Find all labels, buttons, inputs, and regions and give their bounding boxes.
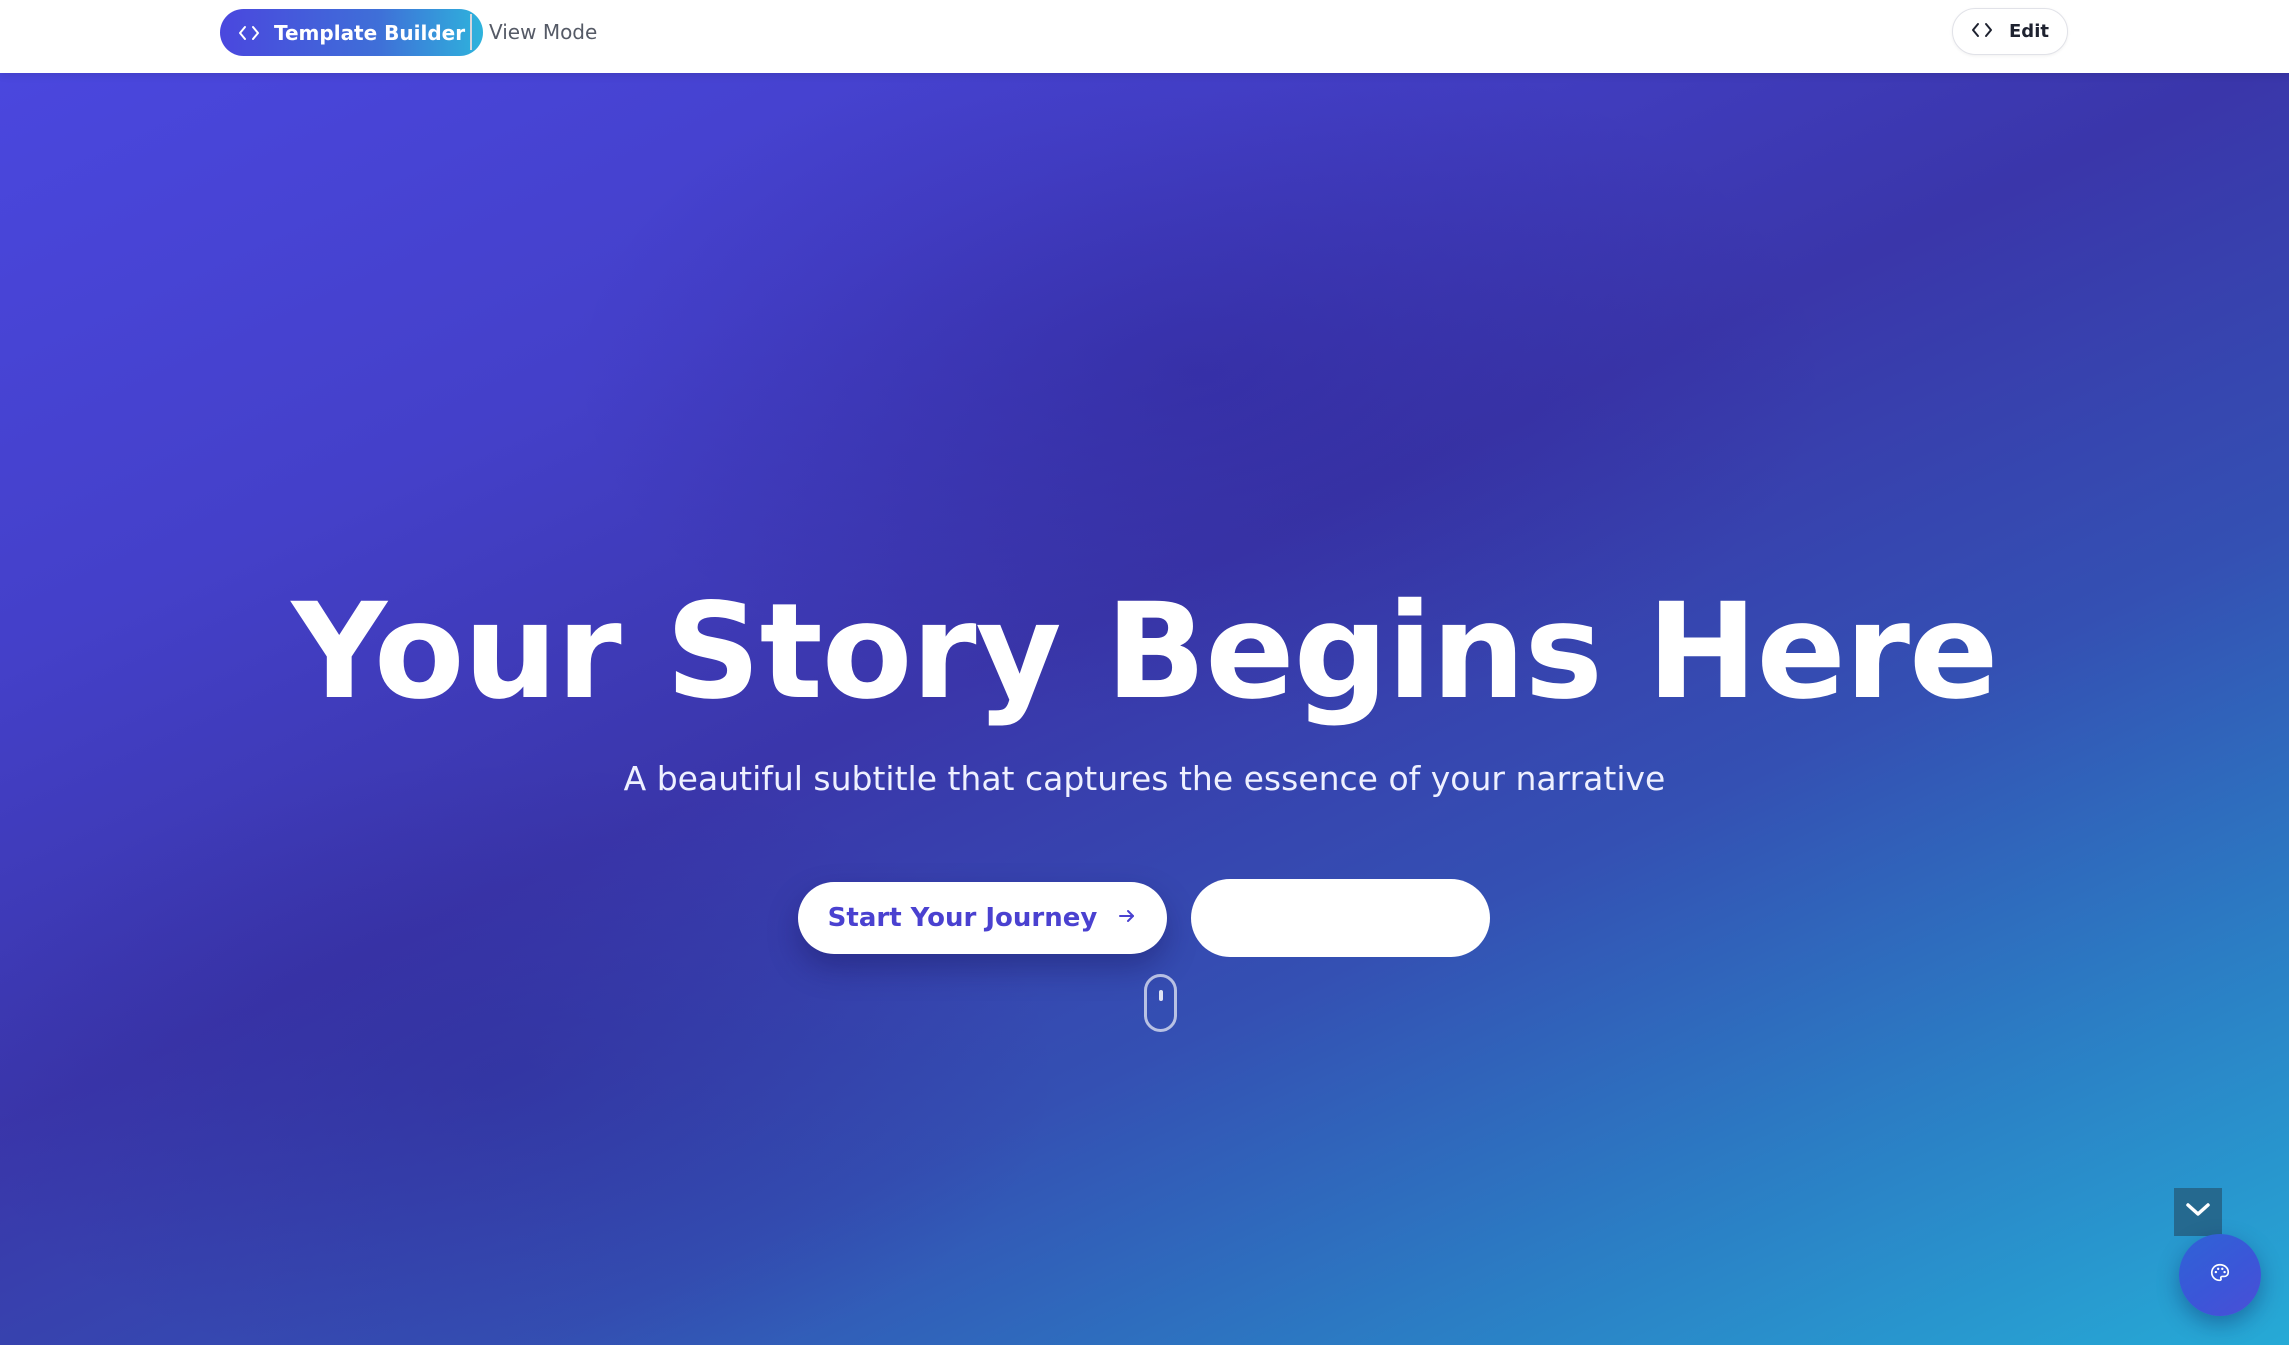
template-builder-button[interactable]: Template Builder <box>220 9 484 56</box>
code-icon <box>1971 22 1993 42</box>
code-icon <box>238 25 260 41</box>
start-journey-button[interactable]: Start Your Journey <box>798 882 1167 954</box>
hero-section: Your Story Begins Here A beautiful subti… <box>0 73 2289 1345</box>
arrow-right-icon <box>1117 906 1137 930</box>
mouse-scroll-icon <box>1144 974 1177 1032</box>
page: Template Builder View Mode Edit Your Sto… <box>0 0 2289 1345</box>
scroll-wheel <box>1159 990 1163 1001</box>
header-divider <box>470 14 472 50</box>
theme-palette-button[interactable] <box>2179 1234 2261 1316</box>
top-bar: Template Builder View Mode Edit <box>0 0 2289 73</box>
edit-label: Edit <box>2009 21 2049 42</box>
secondary-cta-button[interactable] <box>1191 879 1490 957</box>
hero-subtitle: A beautiful subtitle that captures the e… <box>623 759 1666 798</box>
template-builder-label: Template Builder <box>274 20 466 45</box>
hero-title: Your Story Begins Here <box>291 575 1998 729</box>
view-mode-label: View Mode <box>489 20 598 44</box>
collapse-toggle-button[interactable] <box>2174 1188 2222 1236</box>
chevron-down-icon <box>2185 1202 2211 1222</box>
edit-button[interactable]: Edit <box>1952 8 2068 55</box>
start-journey-label: Start Your Journey <box>827 903 1098 933</box>
palette-icon <box>2209 1262 2231 1288</box>
